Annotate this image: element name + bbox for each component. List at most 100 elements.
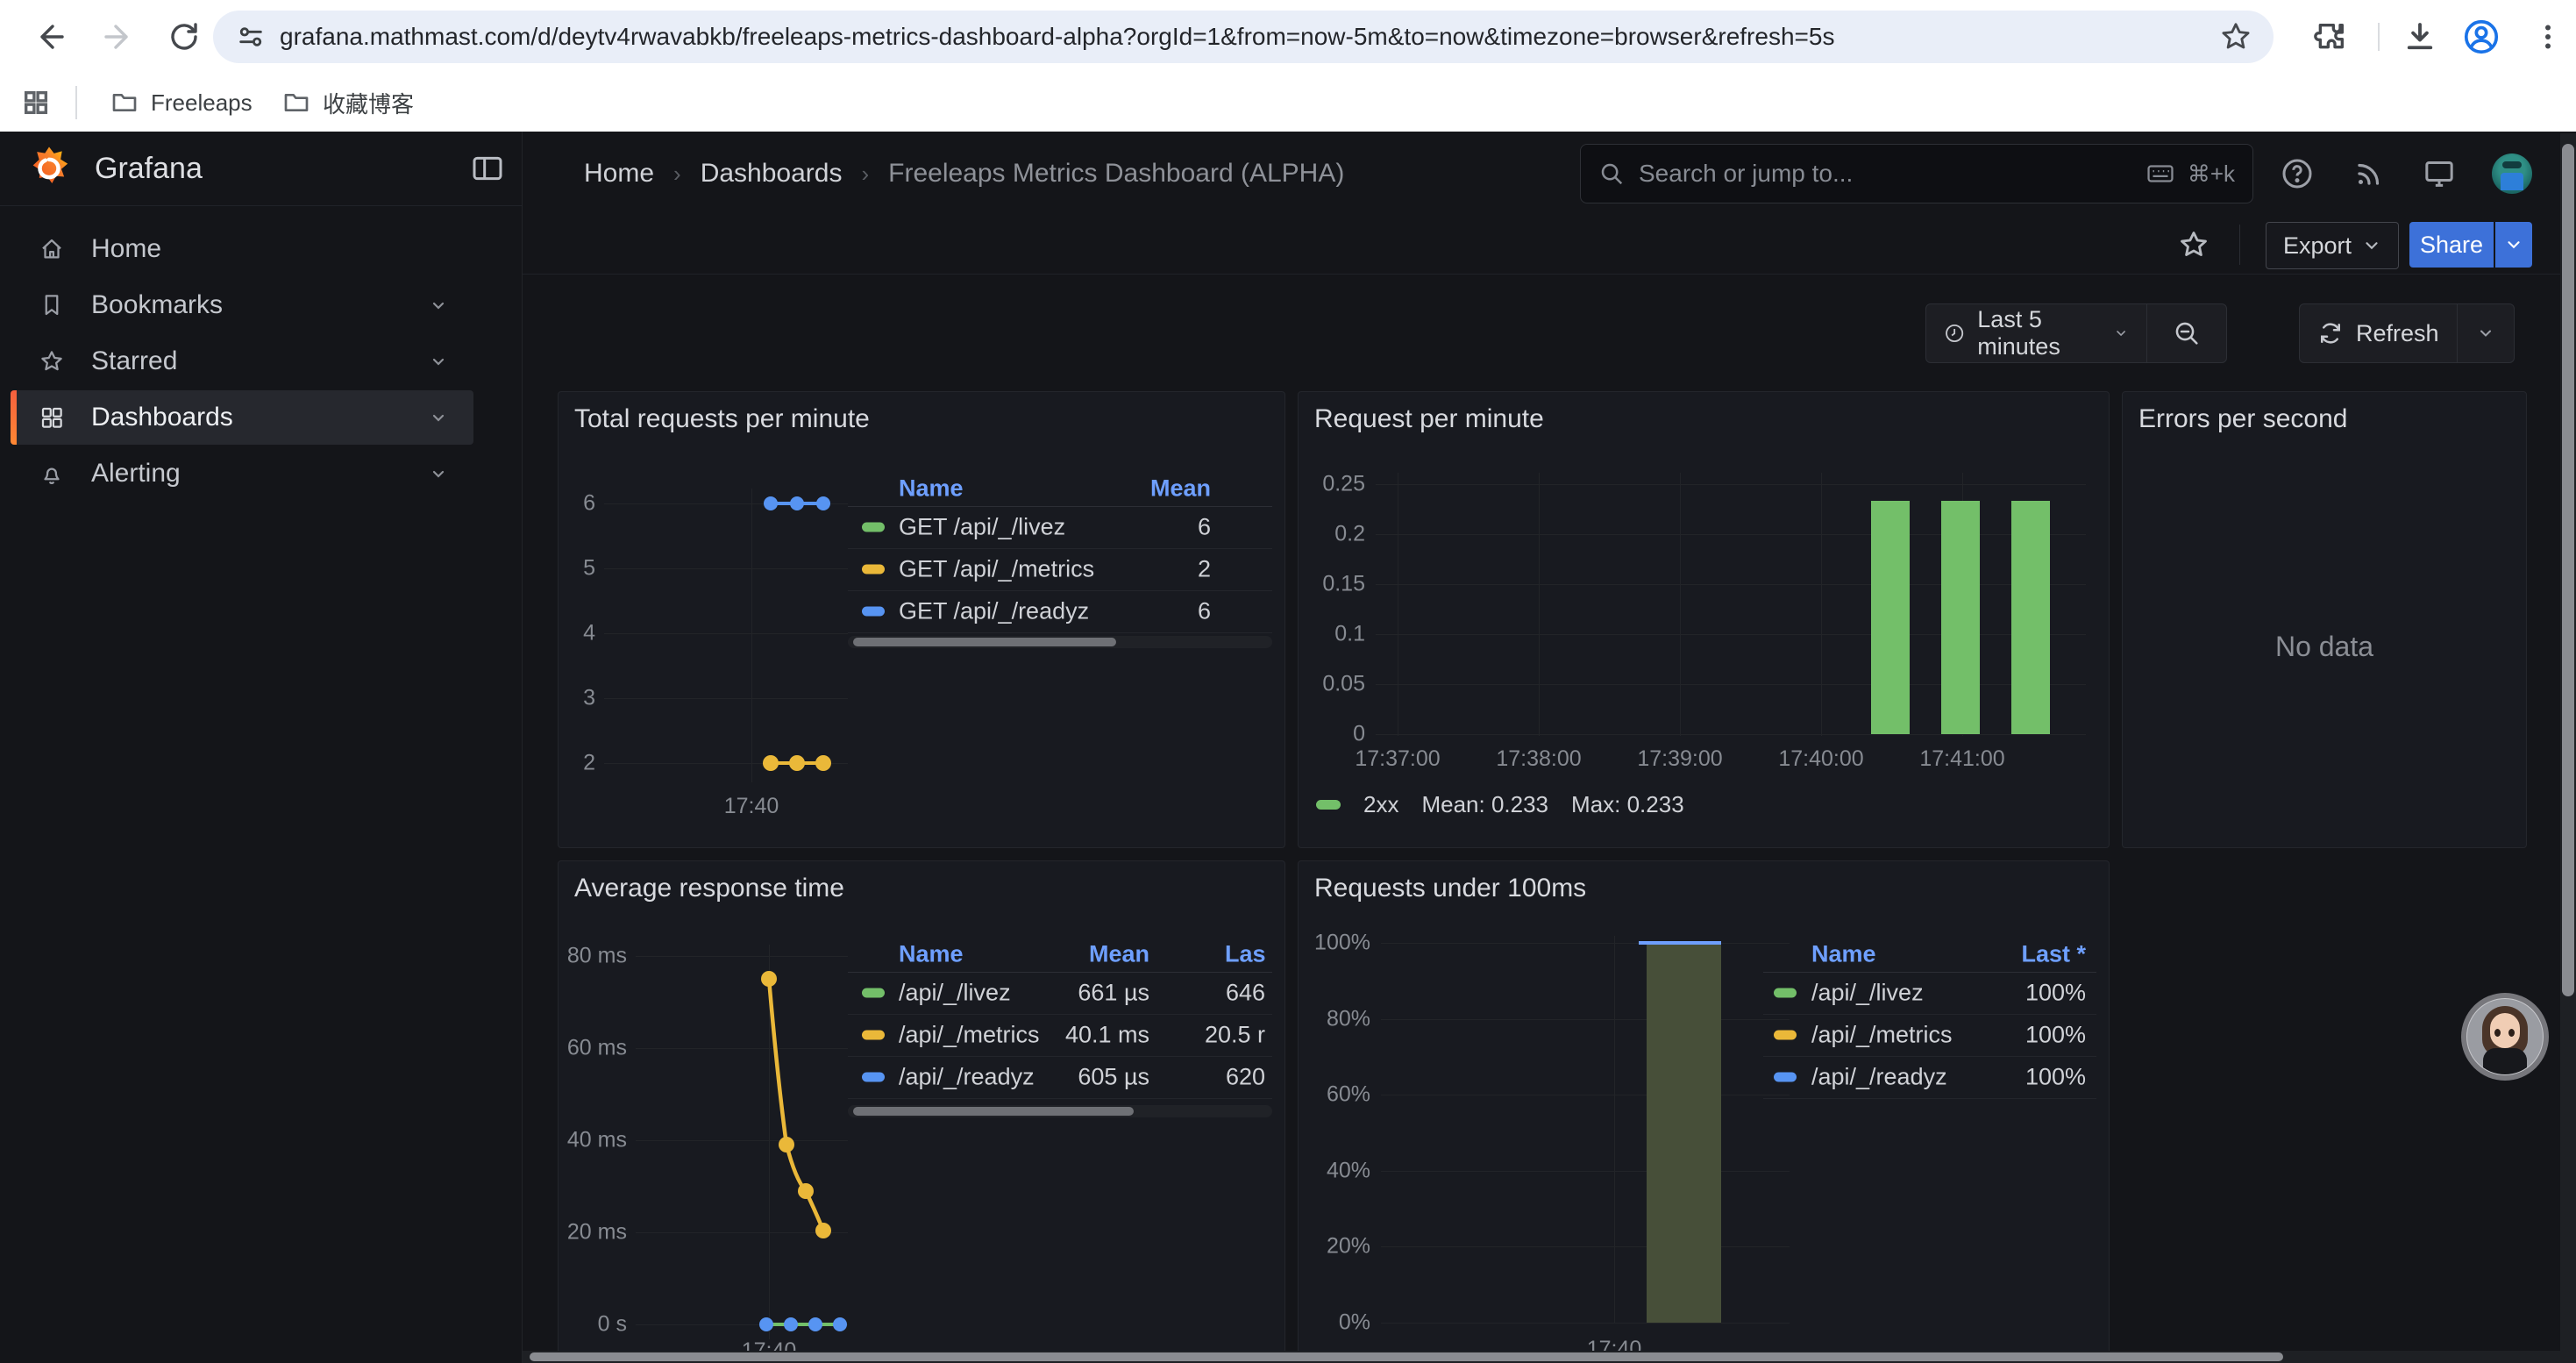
- extensions-icon[interactable]: [2304, 11, 2357, 63]
- gridline: [1821, 473, 1822, 736]
- sidebar-item-bookmarks[interactable]: Bookmarks: [11, 278, 473, 332]
- share-button[interactable]: Share: [2409, 222, 2494, 268]
- news-rss-icon[interactable]: [2348, 153, 2390, 195]
- scrollbar-thumb[interactable]: [853, 638, 1116, 646]
- user-avatar[interactable]: [2492, 153, 2532, 194]
- sidebar-toggle-icon[interactable]: [470, 151, 505, 186]
- bar-2xx: [1871, 501, 1910, 734]
- series-name: /api/_/livez: [1811, 980, 1924, 1007]
- data-point: [815, 755, 831, 771]
- refresh-label: Refresh: [2356, 320, 2439, 347]
- sidebar-item-dashboards[interactable]: Dashboards: [11, 390, 473, 445]
- breadcrumb-home[interactable]: Home: [584, 159, 654, 189]
- col-name[interactable]: Name: [899, 941, 964, 968]
- table-hscrollbar[interactable]: [848, 636, 1272, 648]
- breadcrumb-dashboards[interactable]: Dashboards: [701, 159, 843, 189]
- legend-mean: Mean: 0.233: [1421, 791, 1548, 818]
- col-last[interactable]: Last *: [2021, 941, 2086, 968]
- zoom-out-button[interactable]: [2147, 304, 2226, 362]
- sidebar-item-label: Home: [91, 234, 161, 264]
- kiosk-monitor-icon[interactable]: [2418, 153, 2460, 195]
- export-button[interactable]: Export: [2266, 222, 2399, 269]
- bookmark-star-icon[interactable]: [2219, 20, 2252, 54]
- panel-avg-response-time[interactable]: Average response time 80 ms 60 ms 40 ms …: [558, 860, 1285, 1363]
- table-row[interactable]: GET /api/_/livez 6: [848, 506, 1272, 549]
- avatar-eye: [2494, 1029, 2501, 1037]
- scrollbar-thumb[interactable]: [853, 1107, 1134, 1116]
- vertical-scrollbar[interactable]: [2560, 133, 2576, 1363]
- col-mean[interactable]: Mean: [1150, 475, 1211, 503]
- table-row[interactable]: /api/_/livez 100%: [1763, 972, 2096, 1015]
- table-row[interactable]: /api/_/readyz 100%: [1763, 1056, 2096, 1099]
- assistant-avatar[interactable]: [2466, 998, 2544, 1075]
- search-shortcut: ⌘+k: [2188, 161, 2235, 188]
- table-row[interactable]: GET /api/_/metrics 2: [848, 548, 1272, 591]
- gridline: [1539, 473, 1540, 736]
- sidebar-item-home[interactable]: Home: [11, 222, 473, 276]
- col-name[interactable]: Name: [1811, 941, 1876, 968]
- chevron-down-icon[interactable]: [428, 295, 449, 316]
- grafana-app: Grafana Home Bookmarks Starred: [0, 132, 2576, 1363]
- series-color-pill: [862, 1073, 885, 1082]
- search-icon: [1598, 161, 1625, 187]
- bookmark-folder-label: Freeleaps: [151, 89, 253, 117]
- panel-requests-under-100ms[interactable]: Requests under 100ms 100% 80% 60% 40% 20…: [1298, 860, 2110, 1363]
- table-row[interactable]: /api/_/livez 661 µs 646: [848, 972, 1272, 1015]
- url-text: grafana.mathmast.com/d/deytv4rwavabkb/fr…: [280, 23, 2219, 51]
- back-icon[interactable]: [25, 11, 77, 63]
- refresh-interval-dropdown[interactable]: [2457, 304, 2514, 362]
- panel-request-per-minute[interactable]: Request per minute 0.25 0.2 0.15 0.1 0.0…: [1298, 391, 2110, 848]
- search-input[interactable]: Search or jump to... ⌘+k: [1580, 144, 2253, 203]
- bookmark-icon: [39, 292, 65, 318]
- panel-total-requests[interactable]: Total requests per minute 6 5 4 3 2 17:4…: [558, 391, 1285, 848]
- series-name: /api/_/readyz: [1811, 1064, 1947, 1091]
- favorite-star-icon[interactable]: [2173, 224, 2215, 266]
- time-range-picker[interactable]: Last 5 minutes: [1926, 304, 2146, 362]
- col-name[interactable]: Name: [899, 475, 964, 503]
- gridline: [1381, 1019, 1790, 1020]
- bookmark-folder-freeleaps[interactable]: Freeleaps: [98, 84, 265, 121]
- legend-series[interactable]: 2xx: [1363, 791, 1398, 818]
- sidebar-item-alerting[interactable]: Alerting: [11, 446, 473, 501]
- grafana-logo[interactable]: [25, 144, 74, 193]
- table-hscrollbar[interactable]: [848, 1105, 1272, 1117]
- series-last: 646: [1199, 980, 1265, 1007]
- avatar-decoration: [2501, 173, 2523, 190]
- y-tick: 3: [559, 686, 595, 711]
- y-tick: 0.15: [1299, 572, 1365, 597]
- table-row[interactable]: /api/_/metrics 40.1 ms 20.5 r: [848, 1014, 1272, 1057]
- download-icon[interactable]: [2394, 11, 2446, 63]
- menu-kebab-icon[interactable]: [2522, 11, 2574, 63]
- table-row[interactable]: /api/_/readyz 605 µs 620: [848, 1056, 1272, 1099]
- chevron-down-icon[interactable]: [428, 407, 449, 428]
- chevron-down-icon[interactable]: [428, 463, 449, 484]
- chevron-down-icon[interactable]: [428, 351, 449, 372]
- url-bar[interactable]: grafana.mathmast.com/d/deytv4rwavabkb/fr…: [213, 11, 2274, 63]
- apps-grid-icon[interactable]: [16, 82, 56, 123]
- sidebar-item-starred[interactable]: Starred: [11, 334, 473, 389]
- breadcrumb-separator: ›: [673, 161, 681, 188]
- gridline: [1614, 936, 1615, 1323]
- table-row[interactable]: /api/_/metrics 100%: [1763, 1014, 2096, 1057]
- col-last[interactable]: Las: [1225, 941, 1266, 968]
- reload-icon[interactable]: [158, 11, 210, 63]
- scrollbar-thumb[interactable]: [530, 1352, 2283, 1361]
- folder-icon: [282, 89, 310, 117]
- table-row[interactable]: GET /api/_/readyz 6: [848, 590, 1272, 633]
- export-label: Export: [2283, 232, 2352, 260]
- forward-icon[interactable]: [91, 11, 144, 63]
- refresh-button[interactable]: Refresh: [2300, 304, 2457, 362]
- panel-errors-per-second[interactable]: Errors per second No data: [2122, 391, 2527, 848]
- share-dropdown-button[interactable]: [2495, 222, 2532, 268]
- bookmark-folder-blogs[interactable]: 收藏博客: [270, 84, 426, 121]
- series-mean: 6: [1198, 598, 1211, 625]
- profile-icon[interactable]: [2455, 11, 2508, 63]
- help-icon[interactable]: [2276, 153, 2318, 195]
- horizontal-scrollbar[interactable]: [523, 1351, 2576, 1363]
- home-icon: [39, 236, 65, 262]
- col-mean[interactable]: Mean: [1085, 941, 1149, 968]
- scrollbar-thumb[interactable]: [2562, 144, 2574, 996]
- toolbar-divider: [2378, 23, 2380, 51]
- no-data-message: No data: [2123, 631, 2526, 663]
- series-name: /api/_/readyz: [899, 1064, 1035, 1091]
